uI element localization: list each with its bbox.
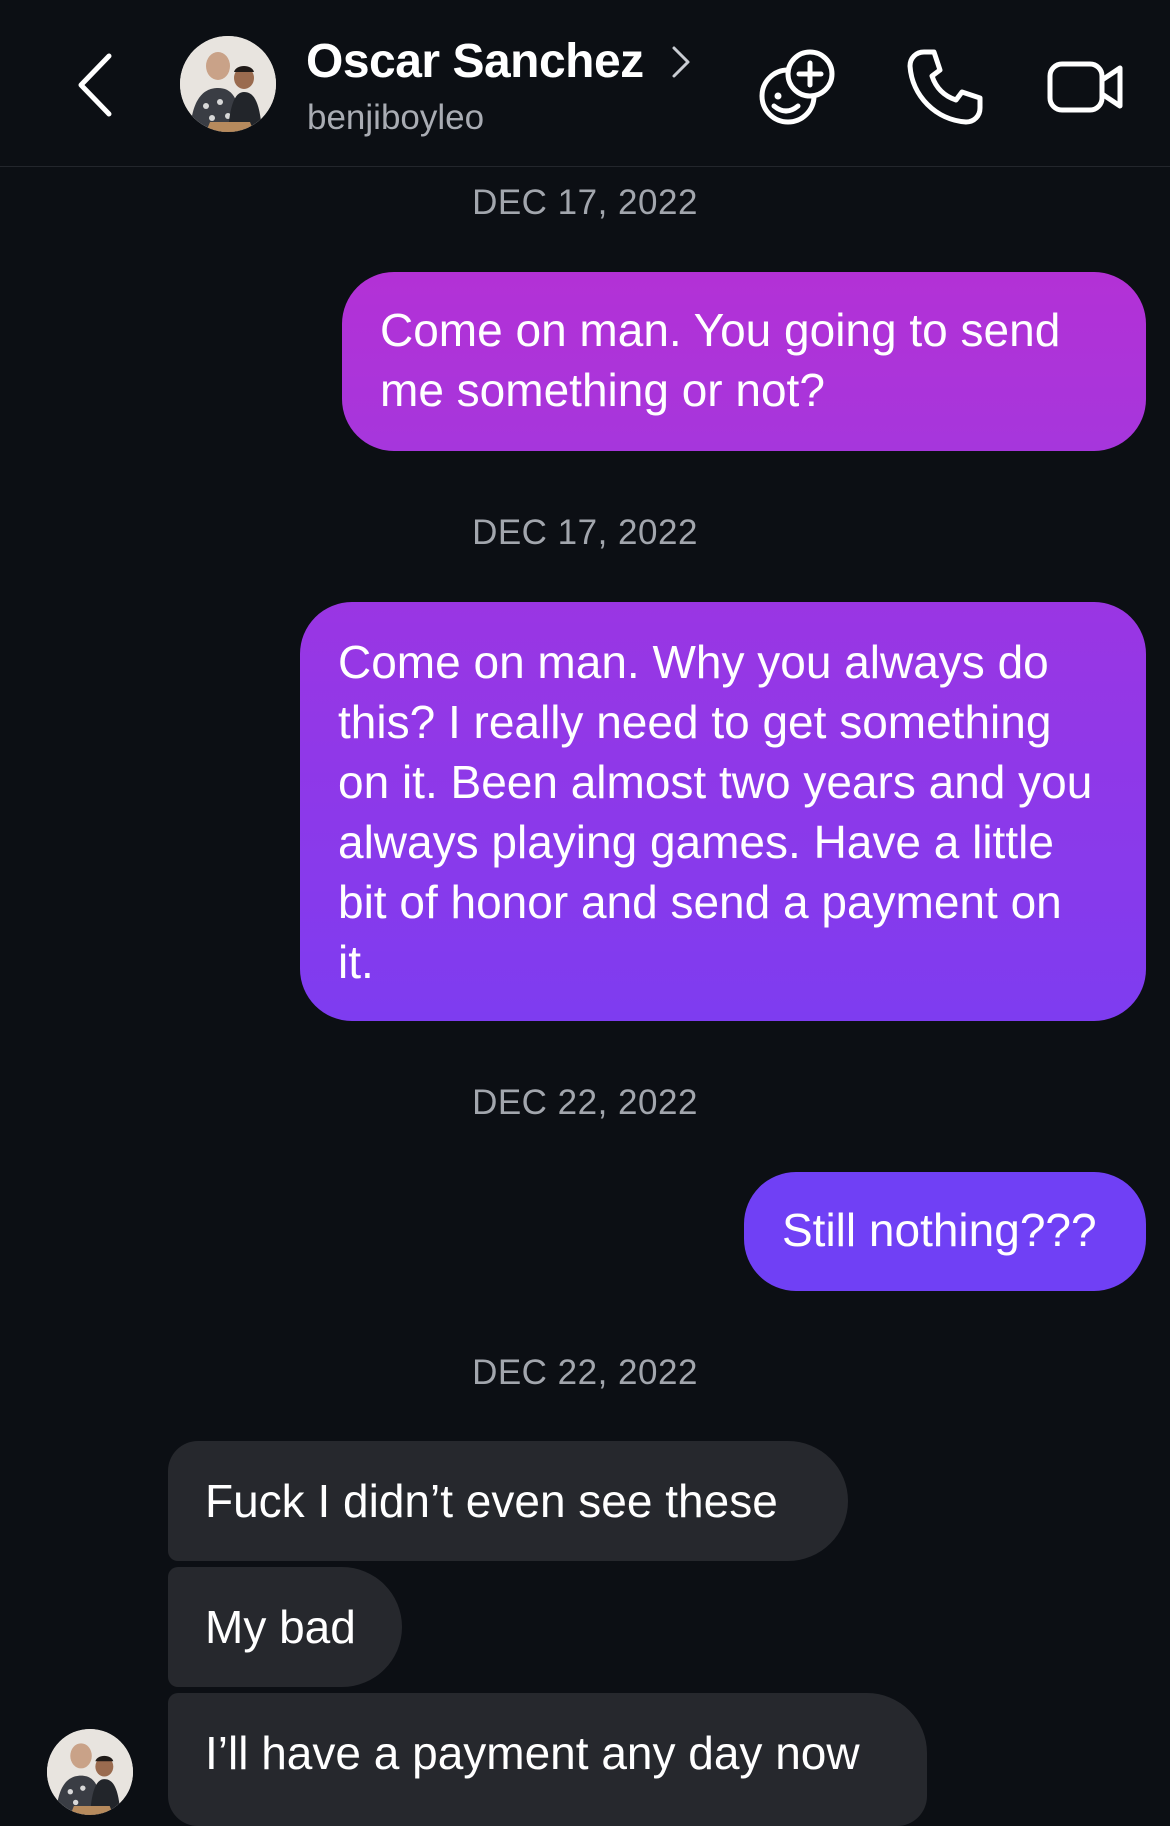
- sender-avatar[interactable]: [47, 1729, 133, 1815]
- contact-avatar[interactable]: [180, 36, 276, 132]
- chat-header: Oscar Sanchez benjiboyleo: [0, 0, 1170, 167]
- sent-message[interactable]: Come on man. You going to send me someth…: [342, 272, 1146, 451]
- avatar-photo: [180, 36, 276, 132]
- received-message[interactable]: I’ll have a payment any day now: [168, 1693, 927, 1826]
- chevron-left-icon: [78, 53, 112, 117]
- sent-message[interactable]: Still nothing???: [744, 1172, 1146, 1291]
- received-message[interactable]: My bad: [168, 1567, 402, 1687]
- phone-icon[interactable]: [902, 44, 986, 128]
- date-separator: DEC 17, 2022: [472, 183, 698, 222]
- sent-message[interactable]: Come on man. Why you always do this? I r…: [300, 602, 1146, 1021]
- video-camera-icon[interactable]: [1044, 44, 1128, 128]
- received-message[interactable]: Fuck I didn’t even see these: [168, 1441, 848, 1561]
- date-separator: DEC 22, 2022: [472, 1353, 698, 1392]
- contact-name[interactable]: Oscar Sanchez: [306, 34, 644, 89]
- chevron-right-icon[interactable]: [668, 42, 694, 82]
- date-separator: DEC 17, 2022: [472, 513, 698, 552]
- avatar-photo: [47, 1729, 133, 1815]
- date-separator: DEC 22, 2022: [472, 1083, 698, 1122]
- back-button[interactable]: [70, 50, 120, 120]
- effects-add-icon[interactable]: [754, 44, 838, 128]
- contact-username[interactable]: benjiboyleo: [307, 98, 484, 138]
